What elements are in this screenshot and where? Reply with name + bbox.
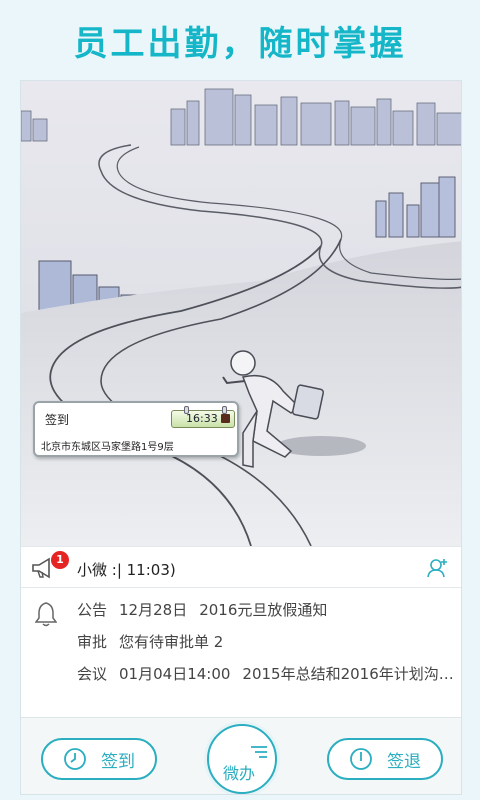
unread-badge: 1 — [51, 551, 69, 569]
city-road-illustration — [21, 81, 461, 546]
checkin-button[interactable]: 签到 — [41, 738, 157, 780]
power-icon — [349, 747, 373, 771]
checkin-button-label: 签到 — [101, 751, 135, 772]
weiban-button-label: 微办 — [223, 764, 256, 783]
checkin-time: 16:33 — [171, 406, 235, 428]
checkin-card-title: 签到 — [45, 413, 70, 427]
notice-text: 2015年总结和2016年计划沟通会 — [242, 665, 459, 683]
checkout-button-label: 签退 — [387, 751, 421, 772]
calendar-ring-icon — [184, 406, 189, 414]
notice-text: 2016元旦放假通知 — [199, 601, 328, 619]
notice-item[interactable]: 审批 您有待审批单 2 — [77, 631, 459, 652]
message-text: 小微 :| 11:03) — [77, 561, 176, 579]
clock-icon — [63, 747, 87, 771]
notice-panel: 公告 12月28日 2016元旦放假通知 审批 您有待审批单 2 会议 01月04日14… — [21, 589, 461, 717]
notice-kind: 公告 — [77, 601, 108, 619]
bell-icon — [34, 601, 58, 631]
weiban-button[interactable]: 微办 — [207, 724, 277, 794]
notice-date: 12月28日 — [119, 601, 188, 619]
notice-text: 您有待审批单 2 — [119, 633, 224, 651]
illustration — [21, 81, 461, 546]
headline: 员工出勤，随时掌握 — [73, 23, 407, 64]
camera-icon — [221, 414, 230, 423]
checkin-address: 北京市东城区马家堡路1号9层 — [41, 442, 174, 453]
checkin-card[interactable]: 签到 16:33 北京市东城区马家堡路1号9层 — [33, 401, 239, 457]
calendar-ring-icon — [222, 406, 227, 414]
notice-date: 01月04日14:00 — [119, 665, 231, 683]
checkin-time-value: 16:33 — [186, 412, 218, 425]
app-screen: 签到 16:33 北京市东城区马家堡路1号9层 1 小微 :| 11:03) 公… — [20, 80, 462, 795]
notice-item[interactable]: 公告 12月28日 2016元旦放假通知 — [77, 599, 459, 620]
add-contact-icon[interactable] — [427, 558, 449, 582]
notice-kind: 会议 — [77, 665, 108, 683]
checkout-button[interactable]: 签退 — [327, 738, 443, 780]
notice-kind: 审批 — [77, 633, 108, 651]
notice-item[interactable]: 会议 01月04日14:00 2015年总结和2016年计划沟通会 — [77, 663, 459, 684]
bottom-bar: 签到 微办 签退 — [21, 717, 461, 794]
message-row[interactable]: 1 小微 :| 11:03) — [21, 546, 461, 588]
